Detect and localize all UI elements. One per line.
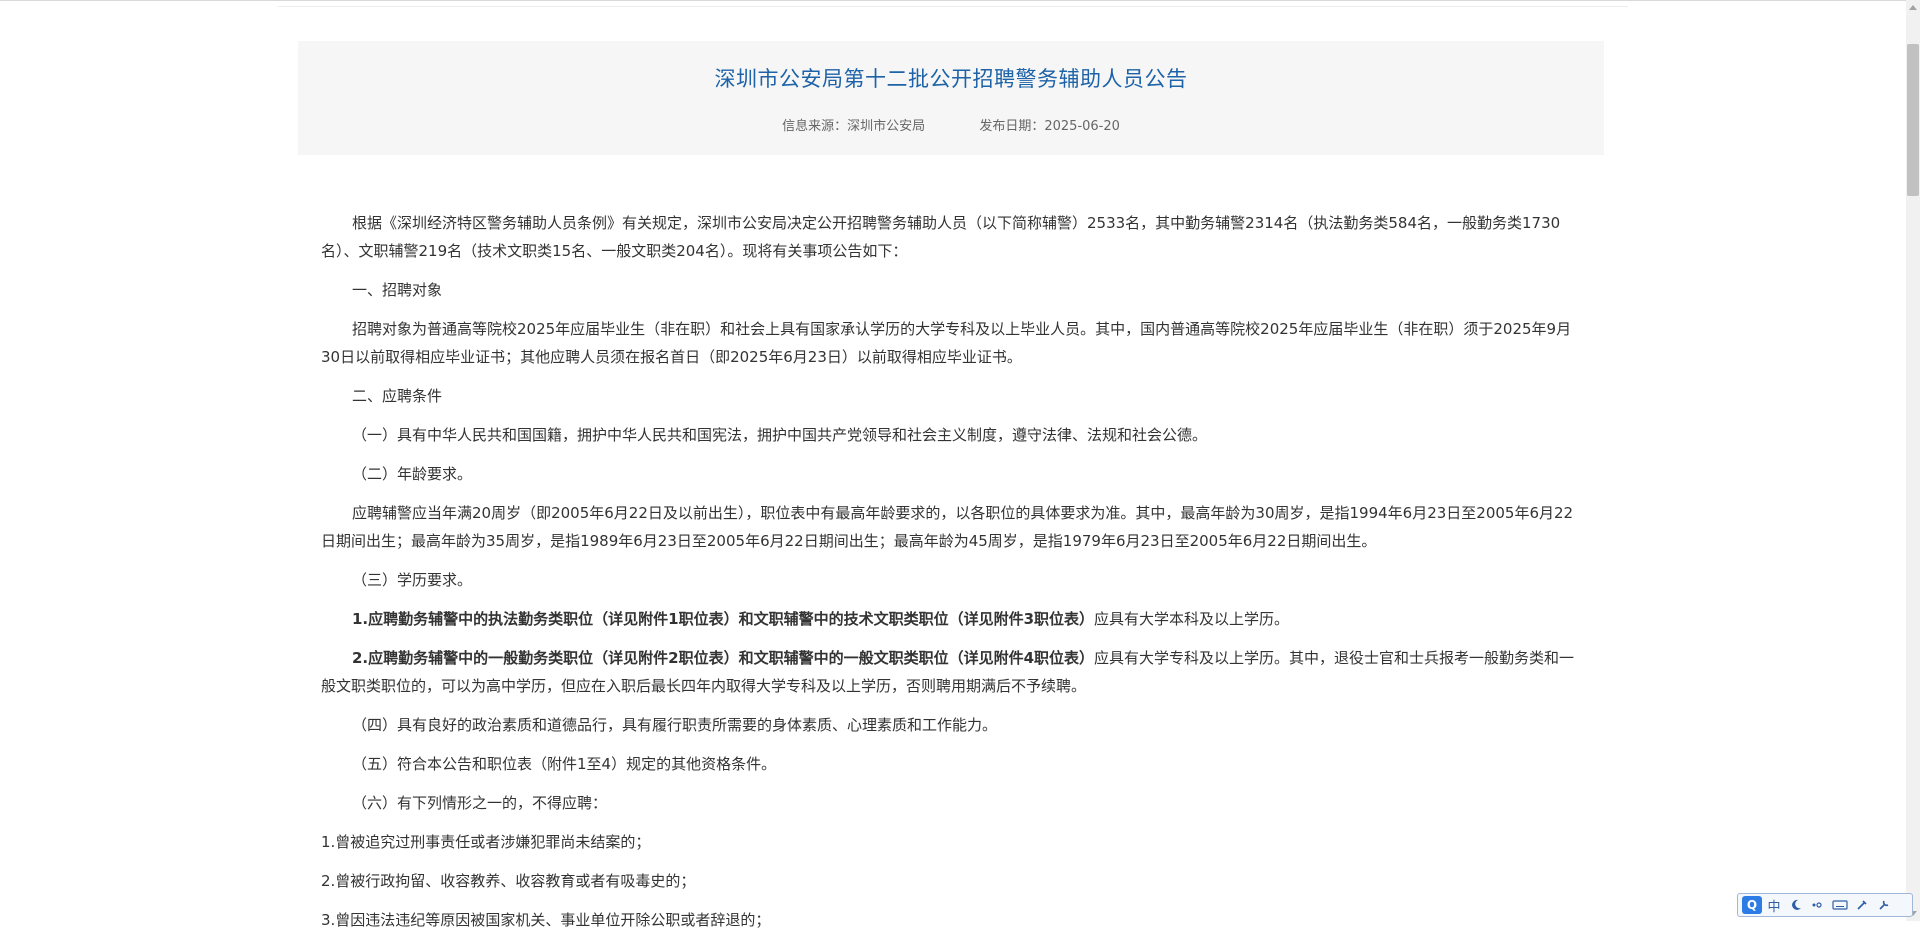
section-heading-recruit-targets: 一、招聘对象	[352, 281, 443, 299]
paragraph-recruit-targets: 招聘对象为普通高等院校2025年应届毕业生（非在职）和社会上具有国家承认学历的大…	[321, 320, 1572, 366]
exclusion-1: 1.曾被追究过刑事责任或者涉嫌犯罪尚未结案的；	[321, 833, 651, 851]
condition-5: （五）符合本公告和职位表（附件1至4）规定的其他资格条件。	[352, 755, 777, 773]
vertical-scrollbar[interactable]	[1906, 0, 1920, 921]
moon-icon[interactable]	[1786, 896, 1806, 914]
section-heading-conditions: 二、应聘条件	[352, 387, 443, 405]
top-border	[0, 0, 1906, 1]
ime-language-toggle[interactable]: 中	[1764, 896, 1784, 915]
publish-date: 发布日期：2025-06-20	[979, 119, 1120, 134]
page-title: 深圳市公安局第十二批公开招聘警务辅助人员公告	[714, 67, 1188, 91]
condition-3: （三）学历要求。	[352, 571, 473, 589]
ime-toolbar[interactable]: Q 中	[1737, 893, 1913, 917]
condition-2-detail: 应聘辅警应当年满20周岁（即2005年6月22日及以前出生），职位表中有最高年龄…	[321, 504, 1574, 550]
nav-divider	[278, 6, 1628, 7]
condition-1: （一）具有中华人民共和国国籍，拥护中华人民共和国宪法，拥护中国共产党领导和社会主…	[352, 426, 1208, 444]
condition-3-item-1-bold: 1.应聘勤务辅警中的执法勤务类职位（详见附件1职位表）和文职辅警中的技术文职类职…	[352, 610, 1095, 628]
punct-icon[interactable]	[1808, 896, 1828, 914]
exclusion-3: 3.曾因违法违纪等原因被国家机关、事业单位开除公职或者辞退的；	[321, 911, 771, 929]
ime-logo-icon[interactable]: Q	[1742, 896, 1762, 914]
article-body: 根据《深圳经济特区警务辅助人员条例》有关规定，深圳市公安局决定公开招聘警务辅助人…	[321, 209, 1583, 945]
condition-2: （二）年龄要求。	[352, 465, 473, 483]
settings-icon[interactable]	[1852, 896, 1872, 914]
article-meta: 信息来源：深圳市公安局 发布日期：2025-06-20	[298, 115, 1604, 134]
source-label: 信息来源：深圳市公安局	[782, 119, 926, 134]
condition-3-item-1: 1.应聘勤务辅警中的执法勤务类职位（详见附件1职位表）和文职辅警中的技术文职类职…	[321, 605, 1583, 633]
condition-3-item-2: 2.应聘勤务辅警中的一般勤务类职位（详见附件2职位表）和文职辅警中的一般文职类职…	[321, 644, 1583, 700]
tools-icon[interactable]	[1874, 896, 1894, 914]
scrollbar-thumb[interactable]	[1907, 44, 1919, 196]
paragraph-intro: 根据《深圳经济特区警务辅助人员条例》有关规定，深圳市公安局决定公开招聘警务辅助人…	[321, 214, 1561, 260]
condition-3-item-1-rest: 应具有大学本科及以上学历。	[1094, 610, 1290, 628]
keyboard-icon[interactable]	[1830, 896, 1850, 914]
article-header: 深圳市公安局第十二批公开招聘警务辅助人员公告 信息来源：深圳市公安局 发布日期：…	[298, 41, 1604, 155]
condition-6: （六）有下列情形之一的，不得应聘：	[352, 794, 608, 812]
scroll-up-icon[interactable]	[1909, 5, 1917, 10]
condition-4: （四）具有良好的政治素质和道德品行，具有履行职责所需要的身体素质、心理素质和工作…	[352, 716, 998, 734]
condition-3-item-2-bold: 2.应聘勤务辅警中的一般勤务类职位（详见附件2职位表）和文职辅警中的一般文职类职…	[352, 649, 1095, 667]
exclusion-2: 2.曾被行政拘留、收容教养、收容教育或者有吸毒史的；	[321, 872, 696, 890]
